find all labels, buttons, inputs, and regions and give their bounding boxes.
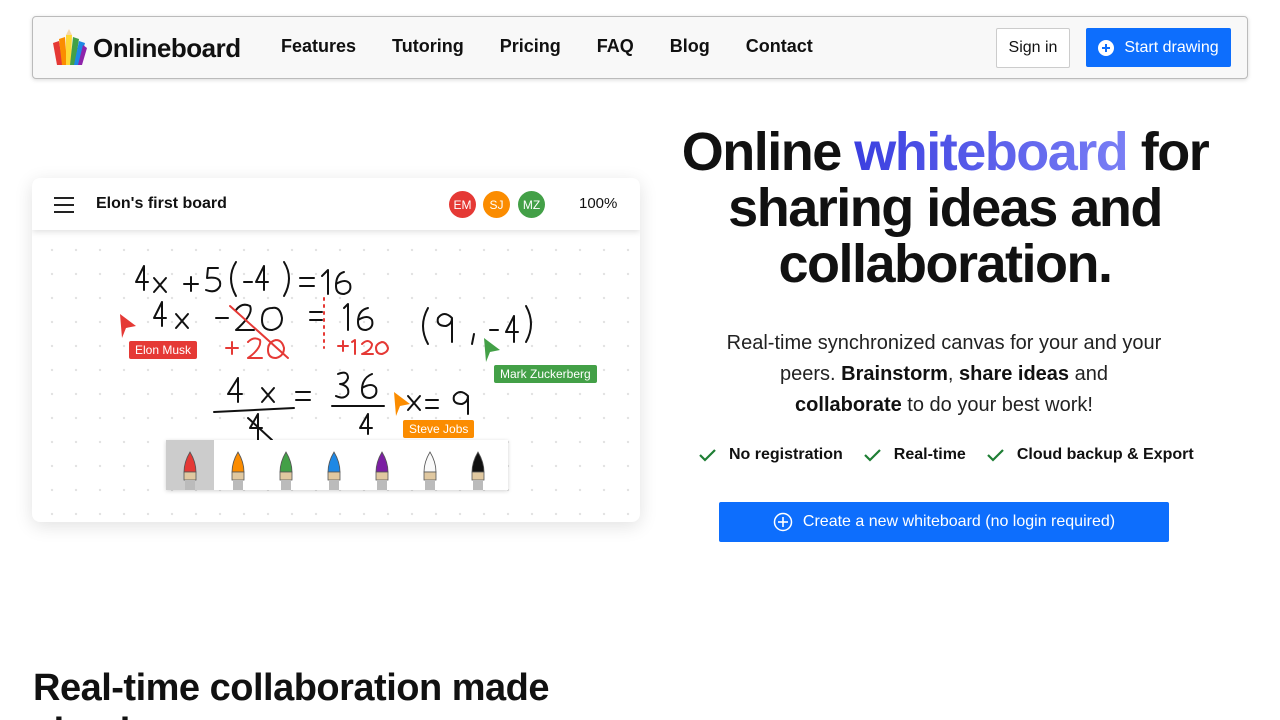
avatar-mz[interactable]: MZ bbox=[518, 191, 545, 218]
avatar-sj[interactable]: SJ bbox=[483, 191, 510, 218]
pencils-logo-icon bbox=[53, 29, 87, 65]
hero-title-highlight: whiteboard bbox=[854, 122, 1129, 182]
nav-contact[interactable]: Contact bbox=[746, 36, 813, 57]
start-drawing-button[interactable]: Start drawing bbox=[1086, 28, 1231, 67]
nav-features[interactable]: Features bbox=[281, 36, 356, 57]
menu-icon[interactable] bbox=[54, 197, 74, 213]
cursor-label-elon: Elon Musk bbox=[129, 341, 198, 359]
hero-subtitle: Real-time synchronized canvas for your a… bbox=[700, 328, 1188, 421]
feature-cloud-backup: Cloud backup & Export bbox=[986, 446, 1194, 464]
hero-title: Online whiteboard for sharing ideas and … bbox=[660, 124, 1230, 292]
main-menu: Features Tutoring Pricing FAQ Blog Conta… bbox=[281, 36, 849, 57]
start-drawing-label: Start drawing bbox=[1124, 38, 1219, 56]
feature-no-registration: No registration bbox=[698, 446, 843, 464]
black-marker-icon bbox=[471, 451, 485, 490]
purple-marker-icon bbox=[375, 451, 389, 490]
feature-list: No registration Real-time Cloud backup &… bbox=[698, 446, 1214, 464]
nav-faq[interactable]: FAQ bbox=[597, 36, 634, 57]
sign-in-button[interactable]: Sign in bbox=[996, 28, 1070, 68]
hero-title-part-a: Online bbox=[681, 122, 855, 182]
hero-sub-bold-3: collaborate bbox=[795, 394, 902, 416]
marker-toolbar bbox=[166, 440, 508, 490]
brand-logo[interactable]: Onlineboard bbox=[49, 29, 241, 67]
marker-green[interactable] bbox=[262, 440, 310, 490]
zoom-level[interactable]: 100% bbox=[579, 195, 617, 212]
orange-marker-icon bbox=[231, 451, 245, 490]
hero-sub-text-3: and bbox=[1069, 363, 1108, 385]
brand-name: Onlineboard bbox=[93, 32, 241, 63]
red-marker-icon bbox=[183, 451, 197, 490]
feature-label: Cloud backup & Export bbox=[1016, 446, 1194, 463]
section-title: Real-time collaboration made simple bbox=[33, 667, 550, 720]
hero-sub-text-4: to do your best work! bbox=[901, 394, 1093, 416]
marker-purple[interactable] bbox=[358, 440, 406, 490]
checkmark-icon bbox=[987, 449, 1004, 462]
green-marker-icon bbox=[279, 451, 293, 490]
marker-orange[interactable] bbox=[214, 440, 262, 490]
checkmark-icon bbox=[864, 449, 881, 462]
plus-circle-outline-icon bbox=[773, 512, 793, 532]
create-whiteboard-button[interactable]: Create a new whiteboard (no login requir… bbox=[719, 502, 1169, 542]
hero-sub-text-2: , bbox=[947, 363, 959, 385]
nav-pricing[interactable]: Pricing bbox=[500, 36, 561, 57]
cursor-label-steve: Steve Jobs bbox=[403, 420, 475, 438]
hero-sub-bold-2: share ideas bbox=[958, 363, 1070, 385]
marker-blue[interactable] bbox=[310, 440, 358, 490]
feature-real-time: Real-time bbox=[863, 446, 966, 464]
feature-label: Real-time bbox=[893, 446, 966, 463]
nav-tutoring[interactable]: Tutoring bbox=[392, 36, 464, 57]
feature-label: No registration bbox=[729, 446, 843, 463]
hero-sub-bold-1: Brainstorm bbox=[841, 363, 948, 385]
plus-circle-icon bbox=[1098, 39, 1115, 56]
cursor-label-mark: Mark Zuckerberg bbox=[494, 365, 597, 383]
board-title: Elon's first board bbox=[96, 195, 227, 212]
blue-marker-icon bbox=[327, 451, 341, 490]
marker-red[interactable] bbox=[166, 440, 214, 490]
checkmark-icon bbox=[699, 449, 716, 462]
marker-black[interactable] bbox=[454, 440, 502, 490]
top-navbar: Onlineboard Features Tutoring Pricing FA… bbox=[32, 16, 1248, 79]
white-marker-icon bbox=[423, 451, 437, 490]
create-whiteboard-label: Create a new whiteboard (no login requir… bbox=[802, 513, 1116, 530]
whiteboard-preview: Elon's first board EM SJ MZ 100% Elon Mu… bbox=[32, 178, 640, 522]
avatar-em[interactable]: EM bbox=[449, 191, 476, 218]
board-header: Elon's first board EM SJ MZ 100% bbox=[32, 178, 640, 230]
nav-blog[interactable]: Blog bbox=[670, 36, 710, 57]
marker-white[interactable] bbox=[406, 440, 454, 490]
